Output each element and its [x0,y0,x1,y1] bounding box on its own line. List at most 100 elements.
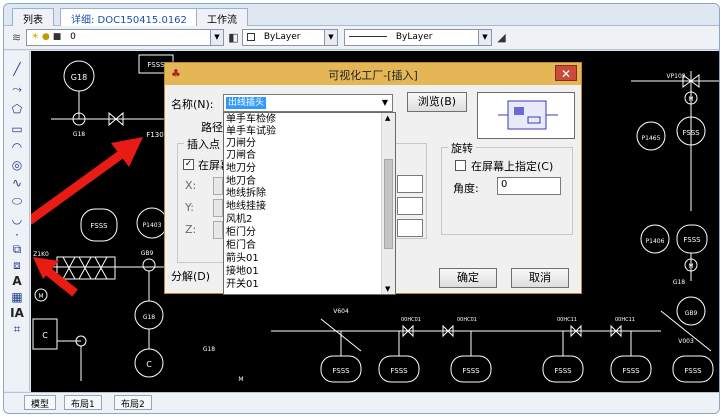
list-item[interactable]: 刀闸合 [226,150,256,162]
tab-list[interactable]: 列表 [12,8,54,26]
tab-label: 布局2 [121,400,145,410]
x-label: X: [185,179,197,192]
insert-on-screen-checkbox[interactable]: ✓ [183,159,194,170]
multiline-text-icon[interactable]: IA [8,305,26,321]
lock-icon: ■ [52,32,62,42]
insert-point-title: 插入点 [184,136,223,152]
name-label: 名称(N): [171,98,214,111]
lineweight-icon[interactable]: ◢ [495,31,508,44]
rectangle-tool-icon[interactable]: ▭ [8,121,26,137]
list-item[interactable]: 箭头01 [226,253,259,265]
linetype-combo[interactable]: ByLayer ▼ [344,29,492,46]
rotation-on-screen-checkbox[interactable] [455,160,466,171]
chevron-down-icon[interactable]: ▼ [478,30,491,45]
list-item[interactable]: 刀闸分 [226,138,256,150]
list-item[interactable]: 柜门分 [226,227,256,239]
table-tool-icon[interactable]: ⌗ [8,321,26,337]
dropdown-scrollbar[interactable]: ▲ ▼ [381,113,395,294]
list-item[interactable]: 地刀分 [226,163,256,175]
x-field[interactable] [213,177,223,195]
make-block-icon[interactable]: ⧈ [8,257,26,273]
lightbulb-icon: ☀ [31,32,40,42]
image-tool-icon[interactable]: ▦ [8,289,26,305]
tab-layout2[interactable]: 布局2 [114,395,152,410]
insert-dialog: ♣ 可视化工厂-[插入] ✕ 名称(N): 出线插头 ▼ 浏览(B) 路径: 插… [164,62,582,295]
list-item[interactable]: 地线拆除 [226,188,266,200]
layer-value: 0 [70,32,76,42]
list-item[interactable]: 风机2 [226,214,252,226]
scale-x-field[interactable] [397,175,423,193]
circle-tool-icon[interactable]: ◎ [8,157,26,173]
rotation-on-screen-label: 在屏幕上指定(C) [471,160,554,173]
color-swatch-icon [247,32,255,41]
scroll-up-icon[interactable]: ▲ [385,114,390,122]
line-tool-icon[interactable]: ╱ [8,61,26,77]
layer-previous-icon[interactable]: ◧ [227,31,240,44]
chevron-down-icon[interactable]: ▼ [324,30,337,45]
list-item[interactable]: 柜门合 [226,240,256,252]
z-field[interactable] [213,221,223,239]
angle-label: 角度: [453,182,479,195]
dialog-title: 可视化工厂-[插入] [328,69,418,82]
tab-label: 列表 [23,15,43,26]
block-name-combo[interactable]: 出线插头 ▼ [223,94,393,112]
tab-detail[interactable]: 详细: DOC150415.0162 [60,8,198,27]
angle-field[interactable]: 0 [497,177,561,195]
tab-label: 模型 [31,400,50,410]
polyline-tool-icon[interactable]: ⤳ [8,81,26,97]
close-button[interactable]: ✕ [555,65,577,81]
layer-manager-icon[interactable]: ≋ [10,31,23,44]
insert-block-icon[interactable]: ⧉ [8,241,26,257]
scale-z-field[interactable] [397,219,423,237]
chevron-down-icon[interactable]: ▼ [210,30,223,45]
text-tool-icon[interactable]: A [8,273,26,289]
block-name-dropdown[interactable]: 单手车检修 单手车试验 刀闸分 刀闸合 地刀分 地刀合 地线拆除 地线挂接 风机… [223,112,396,295]
y-field[interactable] [213,199,223,217]
layout-tab-bar: 模型 布局1 布局2 [4,392,719,413]
color-value: ByLayer [263,32,301,42]
preview-image [498,100,558,130]
red-arrow-icon [31,137,143,225]
list-item[interactable]: 地刀合 [226,176,256,188]
list-item[interactable]: 地线挂接 [226,201,266,213]
block-name-value: 出线插头 [226,97,267,109]
explode-label: 分解(D) [171,270,211,283]
rotation-title: 旋转 [448,140,476,156]
linetype-sample-icon [349,36,387,37]
chevron-down-icon[interactable]: ▼ [378,95,392,111]
tab-label: 布局1 [71,400,95,410]
spline-tool-icon[interactable]: ∿ [8,175,26,191]
list-item[interactable]: 单手车试验 [226,126,276,138]
scroll-down-icon[interactable]: ▼ [385,285,390,293]
draw-tool-palette: ╱ ⤳ ⬠ ▭ ◠ ◎ ∿ ⬭ ◡ · ⧉ ⧈ A ▦ IA ⌗ [4,51,30,391]
red-arrow-icon [33,257,78,297]
linetype-value: ByLayer [395,32,433,42]
list-item[interactable]: 接地01 [226,266,259,278]
scale-y-field[interactable] [397,197,423,215]
cancel-button[interactable]: 取消 [511,268,569,288]
list-item[interactable]: 开关01 [226,279,259,291]
layer-combo[interactable]: ☀ ● ■ 0 ▼ [26,29,224,46]
scrollbar-thumb[interactable] [384,159,393,249]
ellipse-tool-icon[interactable]: ⬭ [8,193,26,209]
tab-layout1[interactable]: 布局1 [64,395,102,410]
tab-label: 工作流 [207,15,237,26]
tab-label: 详细: DOC150415.0162 [71,15,187,26]
color-combo[interactable]: ByLayer ▼ [242,29,338,46]
tab-model[interactable]: 模型 [24,395,57,410]
block-preview [477,92,575,139]
z-label: Z: [185,223,197,236]
arc-tool-icon[interactable]: ◠ [8,139,26,155]
close-icon: ✕ [560,67,572,81]
browse-button[interactable]: 浏览(B) [407,92,467,112]
list-item[interactable]: 单手车检修 [226,114,276,126]
ellipse-arc-tool-icon[interactable]: ◡ [8,211,26,227]
dialog-title-bar[interactable]: ♣ 可视化工厂-[插入] ✕ [165,63,581,85]
document-tab-bar: 列表 详细: DOC150415.0162 工作流 [4,4,719,27]
properties-toolbar: ≋ ☀ ● ■ 0 ▼ ◧ ByLayer ▼ ByLayer ▼ ◢ [4,26,719,50]
y-label: Y: [185,201,194,214]
polygon-tool-icon[interactable]: ⬠ [8,101,26,117]
sun-icon: ● [41,32,50,42]
ok-button[interactable]: 确定 [439,268,497,288]
tab-workflow[interactable]: 工作流 [196,8,248,26]
